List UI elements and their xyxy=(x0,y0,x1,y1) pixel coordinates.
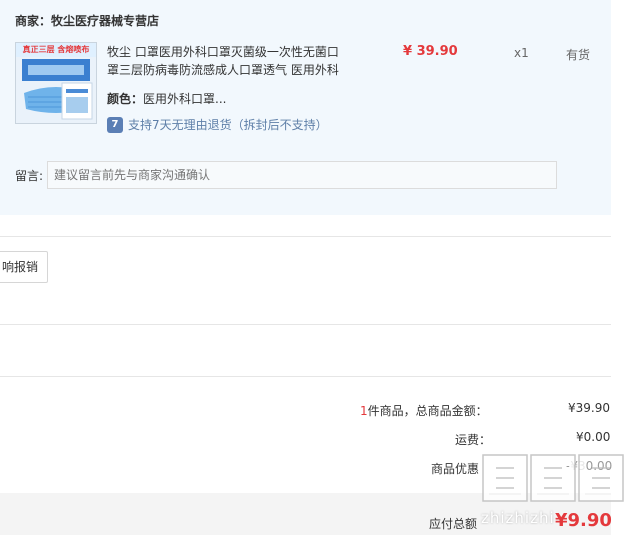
stock-status: 有货 xyxy=(566,48,591,62)
payable-value: ¥9.90 xyxy=(555,510,612,531)
discount-value: -¥30.00 xyxy=(566,459,613,473)
items-total-text: 件商品，总商品金额： xyxy=(367,404,488,418)
discount-label: 商品优惠 xyxy=(431,462,480,476)
section-divider xyxy=(0,324,611,325)
product-color: 颜色：医用外科口罩... xyxy=(107,90,226,107)
invoice-button[interactable]: 响报销 xyxy=(0,251,48,283)
color-label: 颜色： xyxy=(107,92,144,106)
shipping-value: ¥0.00 xyxy=(576,430,611,444)
items-total-label: 1件商品，总商品金额： xyxy=(360,402,488,419)
product-quantity: x1 xyxy=(514,46,529,60)
product-thumbnail[interactable]: 真正三层 含熔喷布 xyxy=(15,42,97,124)
product-price: ¥ 39.90 xyxy=(403,44,458,59)
return-policy[interactable]: 7 支持7天无理由退货（拆封后不支持） xyxy=(107,116,328,133)
seller-name: 商家：牧尘医疗器械专营店 xyxy=(15,12,159,29)
payable-label: 应付总额 xyxy=(429,517,478,531)
color-value: 医用外科口罩... xyxy=(143,92,227,106)
shipping-label: 运费： xyxy=(455,433,492,447)
seller-label: 商家： xyxy=(15,14,52,28)
message-input[interactable] xyxy=(47,161,557,189)
thumbnail-banner-text: 真正三层 含熔喷布 xyxy=(22,45,90,54)
section-divider xyxy=(0,236,611,237)
message-label: 留言: xyxy=(15,169,44,183)
section-divider xyxy=(0,376,611,377)
order-item-panel: 商家：牧尘医疗器械专营店 真正三层 含熔喷布 牧尘 口罩医用外科口罩灭菌级一次性… xyxy=(0,0,611,215)
mask-box-image xyxy=(16,43,96,123)
seller-store-name[interactable]: 牧尘医疗器械专营店 xyxy=(51,14,159,28)
item-count: 1 xyxy=(360,404,368,418)
items-total-value: ¥39.90 xyxy=(568,401,610,415)
watermark-text: zhizhizhi xyxy=(481,509,555,527)
seven-day-return-icon: 7 xyxy=(107,116,123,133)
return-policy-text: 支持7天无理由退货（拆封后不支持） xyxy=(128,118,328,132)
product-title[interactable]: 牧尘 口罩医用外科口罩灭菌级一次性无菌口罩三层防病毒防流感成人口罩透气 医用外科 xyxy=(107,43,347,79)
